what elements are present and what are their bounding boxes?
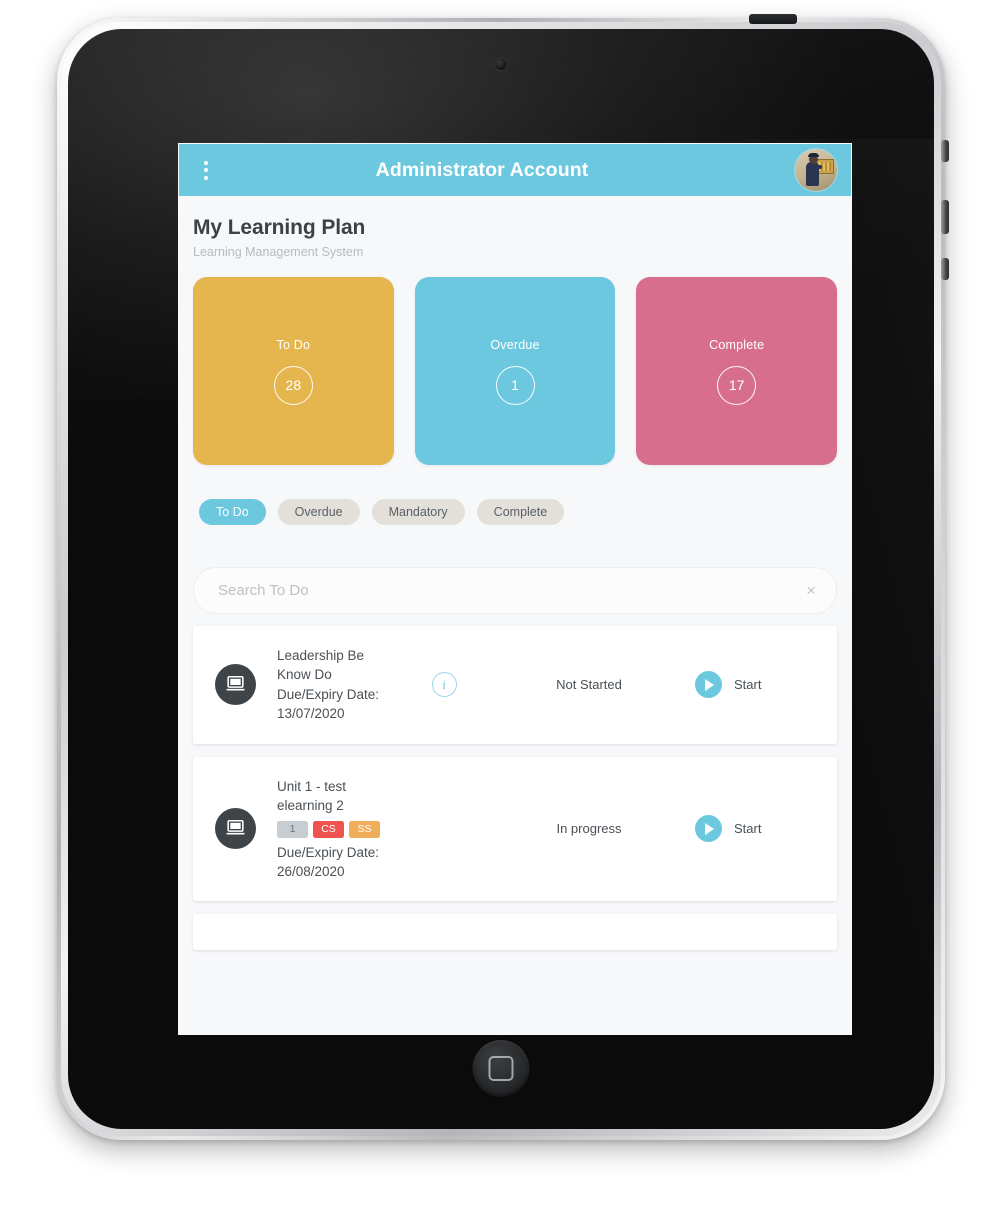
course-status: In progress bbox=[556, 821, 622, 837]
course-title: Leadership Be Know Do bbox=[277, 646, 405, 684]
course-due: Due/Expiry Date: 13/07/2020 bbox=[277, 685, 405, 723]
page-subtitle: Learning Management System bbox=[193, 245, 364, 259]
course-action[interactable]: Start bbox=[695, 815, 823, 843]
course-title-line1: Unit 1 - test bbox=[277, 778, 347, 794]
user-avatar[interactable] bbox=[795, 149, 837, 191]
device-screen-glass: Administrator Account My Learning Plan L… bbox=[68, 29, 934, 1129]
course-action[interactable]: Start bbox=[695, 671, 823, 699]
laptop-icon bbox=[215, 808, 256, 850]
stat-card-label: Complete bbox=[709, 337, 765, 352]
course-due: Due/Expiry Date: 26/08/2020 bbox=[277, 843, 405, 881]
filter-chip-mandatory[interactable]: Mandatory bbox=[371, 499, 465, 525]
play-icon[interactable] bbox=[695, 671, 722, 699]
page-title: My Learning Plan bbox=[193, 216, 366, 239]
course-details: Unit 1 - test elearning 2 1 CS SS Due/Expiry … bbox=[277, 777, 405, 882]
stat-card-label: Overdue bbox=[490, 337, 540, 352]
badge: CS bbox=[313, 820, 344, 838]
due-label: Due/Expiry Date: bbox=[277, 844, 380, 860]
course-title-line2: elearning 2 bbox=[277, 797, 344, 813]
course-list: Leadership Be Know Do Due/Expiry Date: 13/0… bbox=[179, 614, 851, 951]
app-bar-title: Administrator Account bbox=[375, 158, 589, 181]
stat-cards: To Do 28 Overdue 1 Complete 17 bbox=[179, 263, 851, 465]
course-status: Not Started bbox=[556, 677, 622, 693]
side-button-3[interactable] bbox=[941, 258, 949, 280]
power-button[interactable] bbox=[749, 14, 797, 24]
play-icon[interactable] bbox=[695, 815, 722, 843]
badge: 1 bbox=[277, 820, 308, 838]
course-badges: 1 CS SS bbox=[277, 820, 405, 838]
badge: SS bbox=[349, 820, 380, 838]
course-info-slot: i bbox=[405, 672, 483, 698]
search-section: × bbox=[179, 525, 851, 614]
side-button-1[interactable] bbox=[941, 140, 949, 162]
course-action-label: Start bbox=[734, 677, 762, 693]
due-label: Due/Expiry Date: bbox=[277, 687, 380, 703]
stat-card-complete[interactable]: Complete 17 bbox=[636, 277, 838, 465]
overflow-menu-icon[interactable] bbox=[195, 157, 217, 183]
page-heading: My Learning Plan Learning Management Sys… bbox=[179, 196, 851, 263]
filter-chip-overdue[interactable]: Overdue bbox=[277, 499, 360, 525]
course-title: Unit 1 - test elearning 2 bbox=[277, 777, 405, 815]
course-card-partial[interactable] bbox=[193, 914, 837, 951]
course-card[interactable]: Unit 1 - test elearning 2 1 CS SS Due/Expiry … bbox=[193, 756, 837, 902]
stat-card-count: 28 bbox=[273, 365, 313, 405]
app-viewport: Administrator Account My Learning Plan L… bbox=[178, 143, 852, 1035]
due-date: 26/08/2020 bbox=[277, 864, 345, 880]
stat-card-count: 1 bbox=[495, 365, 535, 405]
course-details: Leadership Be Know Do Due/Expiry Date: 13/0… bbox=[277, 646, 405, 724]
stat-card-count: 17 bbox=[717, 365, 757, 405]
laptop-icon bbox=[215, 664, 256, 706]
info-icon[interactable]: i bbox=[431, 672, 457, 698]
filter-chip-to-do[interactable]: To Do bbox=[199, 499, 266, 525]
due-date: 13/07/2020 bbox=[277, 706, 345, 722]
avatar-photo bbox=[795, 149, 837, 191]
app-bar: Administrator Account bbox=[179, 144, 851, 196]
course-title-line2: Know Do bbox=[277, 667, 332, 683]
course-card[interactable]: Leadership Be Know Do Due/Expiry Date: 13/0… bbox=[193, 626, 837, 744]
search-box[interactable]: × bbox=[193, 567, 837, 614]
stat-card-label: To Do bbox=[276, 337, 311, 352]
search-input[interactable] bbox=[216, 581, 799, 600]
filter-chip-complete[interactable]: Complete bbox=[476, 499, 565, 525]
course-title-line1: Leadership Be bbox=[277, 648, 365, 663]
stat-card-overdue[interactable]: Overdue 1 bbox=[414, 277, 616, 465]
course-action-label: Start bbox=[734, 821, 762, 837]
close-icon[interactable]: × bbox=[798, 578, 818, 603]
home-button[interactable] bbox=[472, 1040, 530, 1097]
tablet-device: Administrator Account My Learning Plan L… bbox=[57, 14, 949, 1140]
filter-chips: To Do Overdue Mandatory Complete bbox=[179, 465, 851, 525]
volume-button[interactable] bbox=[941, 200, 949, 234]
front-camera-icon bbox=[495, 59, 507, 70]
stat-card-to-do[interactable]: To Do 28 bbox=[193, 277, 394, 465]
home-square-icon bbox=[488, 1056, 514, 1081]
